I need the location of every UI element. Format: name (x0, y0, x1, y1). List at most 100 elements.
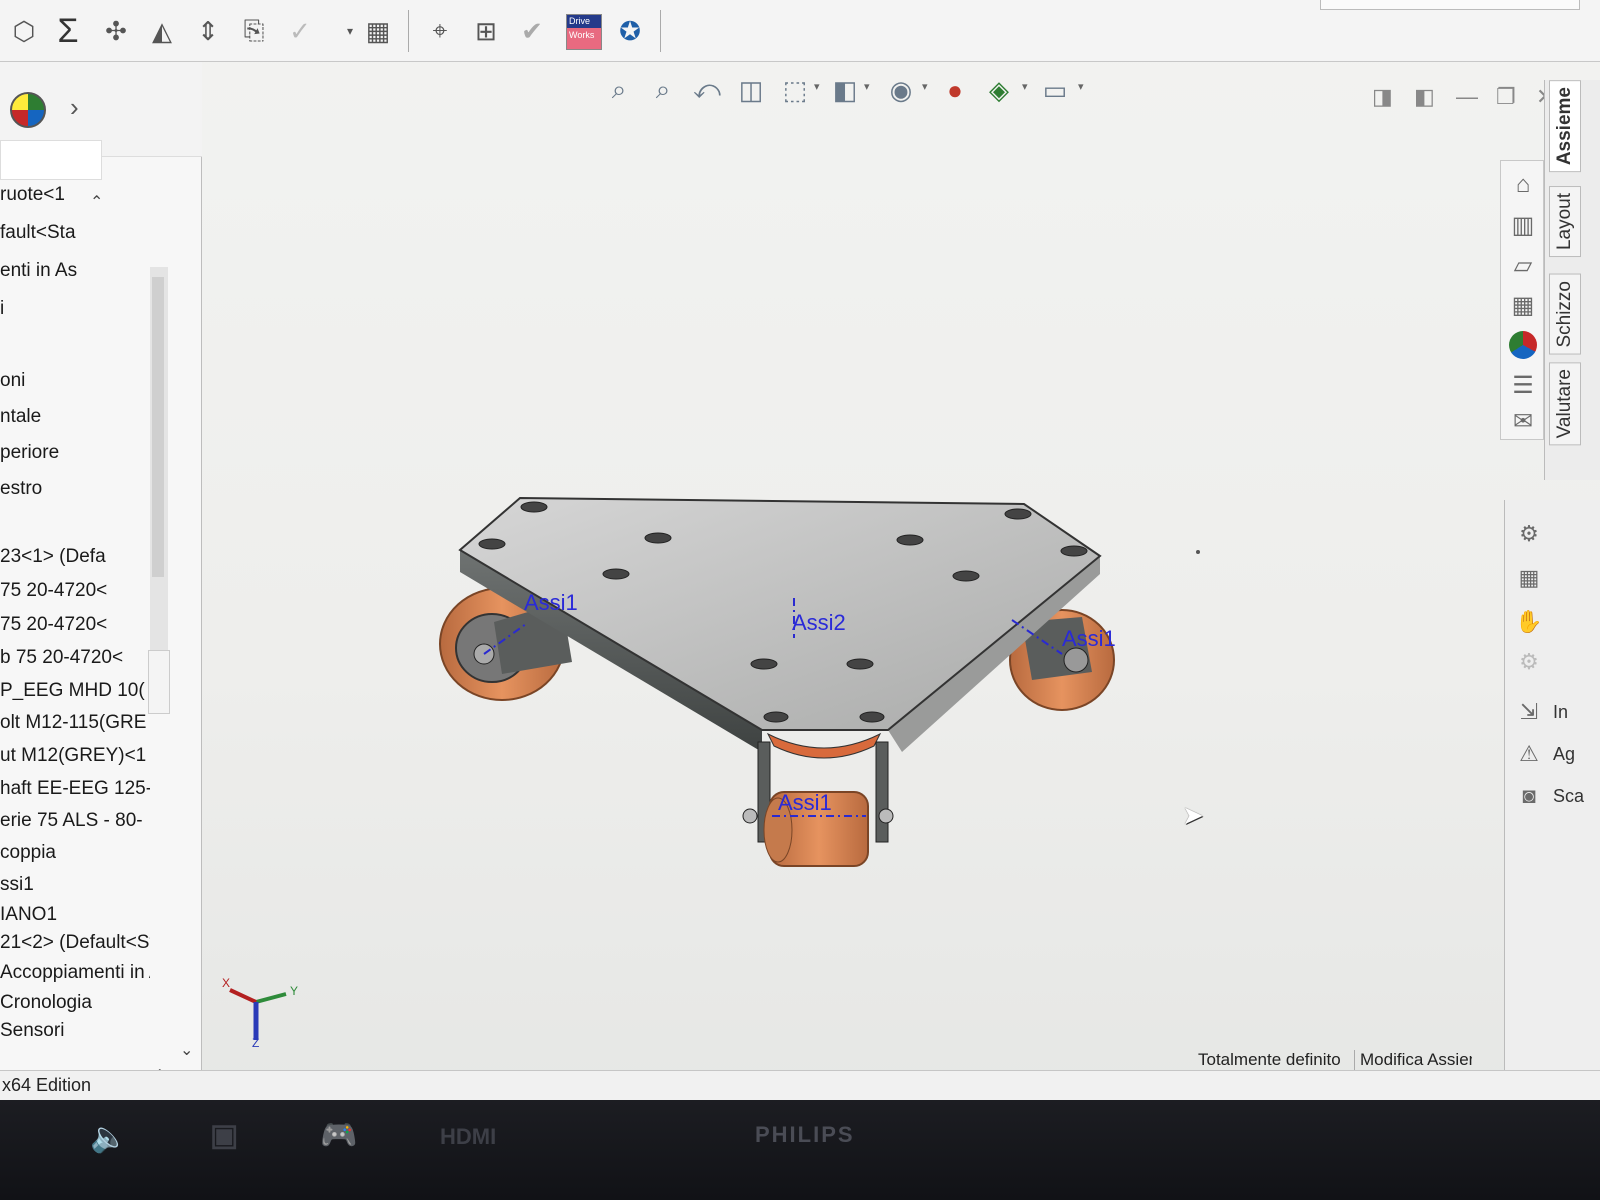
tab-layout[interactable]: Layout (1549, 186, 1581, 258)
gear-disabled-icon: ⚙ (1519, 649, 1539, 674)
rt-tool-2[interactable]: ▦ (1513, 562, 1545, 594)
tree-item[interactable]: coppia (0, 842, 150, 864)
soccer-icon[interactable]: ✪ (610, 10, 650, 52)
panel-splitter[interactable] (148, 650, 170, 714)
rt-tool-1[interactable]: ⚙ (1513, 518, 1545, 550)
tree-item[interactable]: ssi1 (0, 874, 150, 896)
forum-icon[interactable]: ✉ (1505, 403, 1541, 439)
tree-item[interactable]: Sensori (0, 1020, 150, 1042)
zoom-to-fit-icon[interactable]: ⌕ (600, 70, 638, 110)
tree-item[interactable]: 23<1> (Defa (0, 546, 150, 568)
zoom-area-icon[interactable]: ⌕ (644, 70, 682, 110)
tree-item[interactable]: fault<Sta (0, 222, 150, 244)
grid-icon[interactable]: ⊞ (466, 10, 506, 52)
chevron-down-icon[interactable]: ▾ (864, 80, 870, 93)
axis-label-front[interactable]: Assi1 (778, 790, 832, 816)
mouse-cursor-icon: ➤ (1182, 800, 1204, 830)
rt-tool-sca[interactable]: ◙ Sca (1513, 780, 1584, 812)
design-library-icon[interactable]: ▥ (1505, 207, 1541, 243)
rt-tool-3[interactable]: ✋ (1513, 606, 1545, 638)
chevron-down-icon[interactable]: ▾ (1022, 80, 1028, 93)
triad-y-label: Y (290, 984, 299, 998)
tree-item[interactable]: haft EE-EEG 125- (0, 778, 150, 800)
tree-item[interactable]: Accoppiamenti in As: (0, 962, 150, 984)
tree-item[interactable]: b 75 20-4720< (0, 647, 150, 669)
tree-item[interactable]: 75 20-4720< (0, 614, 150, 636)
tree-item[interactable]: ut M12(GREY)<1 (0, 745, 150, 767)
scroll-thumb[interactable] (152, 277, 164, 577)
view-palette-icon[interactable]: ▦ (1505, 287, 1541, 323)
gamepad-icon: 🎮 (320, 1119, 358, 1152)
chevron-down-icon[interactable]: ▾ (814, 80, 820, 93)
rt-tool-ag-label: Ag (1553, 743, 1576, 764)
tab-valutare[interactable]: Valutare (1549, 362, 1581, 446)
driveworks-icon[interactable]: Drive Works (566, 14, 602, 50)
heads-up-view-toolbar: ⌕ ⌕ ⤺ ◫ ⬚ ▾ ◧ ▾ ◉ ▾ ● ◈ ▾ ▭ ▾ (600, 70, 1120, 114)
tile-right-icon[interactable]: ◧ (1414, 84, 1435, 110)
tab-assieme[interactable]: Assieme (1549, 80, 1581, 173)
file-check-icon[interactable]: ⎘ (234, 10, 274, 52)
appearances-icon[interactable] (1505, 327, 1541, 363)
rt-tool-in[interactable]: ⇲ In (1513, 696, 1568, 728)
appearance-globe-icon[interactable] (10, 92, 46, 128)
section-view-icon[interactable]: ◫ (732, 70, 770, 110)
previous-view-icon[interactable]: ⤺ (688, 70, 726, 110)
hdmi-label: HDMI (440, 1124, 497, 1149)
axis-label-center[interactable]: Assi2 (792, 610, 846, 636)
apply-scene-icon[interactable]: ◈ (980, 70, 1018, 110)
scroll-down-icon[interactable]: ⌄ (180, 1040, 193, 1060)
top-right-search-strip (1320, 0, 1580, 10)
rt-tool-in-label: In (1553, 701, 1569, 722)
home-icon[interactable]: ⌂ (1505, 167, 1541, 203)
minimize-icon[interactable]: — (1456, 84, 1478, 110)
tree-item[interactable]: oni (0, 370, 150, 392)
view-orientation-icon[interactable]: ◧ (826, 70, 864, 110)
tree-item[interactable]: olt M12-115(GRE (0, 712, 150, 734)
triad-z-label: Z (252, 1036, 260, 1050)
chevron-down-icon[interactable]: ▾ (1078, 80, 1084, 93)
chevron-down-icon[interactable]: ▾ (922, 80, 928, 93)
check-icon[interactable]: ✓ (280, 10, 320, 52)
hide-show-icon[interactable]: ◉ (882, 70, 920, 110)
sum-icon[interactable]: Σ (48, 10, 88, 52)
tree-filter-box[interactable] (0, 140, 102, 180)
chevron-right-icon[interactable]: › (70, 92, 79, 123)
tree-item[interactable]: enti in As (0, 260, 150, 282)
align-icon[interactable]: ⇕ (188, 10, 228, 52)
command-manager-tabs: Assieme Layout Schizzo Valutare (1544, 80, 1600, 480)
tree-item[interactable]: estro (0, 478, 150, 500)
tree-item[interactable]: i (0, 298, 150, 320)
assembly-icon[interactable]: ⬡ (4, 10, 44, 52)
graphics-area[interactable]: Assi1 Assi2 Assi1 Assi1 X Y Z (202, 62, 1500, 1052)
custom-properties-icon[interactable]: ☰ (1505, 367, 1541, 403)
tree-item[interactable]: IANO1 (0, 904, 150, 926)
tile-left-icon[interactable]: ◨ (1372, 84, 1393, 110)
tree-item[interactable]: ntale (0, 406, 150, 428)
tree-scrollbar[interactable] (150, 267, 168, 707)
tree-item[interactable]: Cronologia (0, 992, 150, 1014)
tab-schizzo[interactable]: Schizzo (1549, 274, 1581, 355)
explode-icon[interactable]: ✣ (96, 10, 136, 52)
sensor-icon[interactable]: ⌖ (420, 10, 460, 52)
tree-item[interactable]: periore (0, 442, 150, 464)
center-mark (1196, 550, 1200, 554)
display-monitor-icon[interactable]: ▭ (1036, 70, 1074, 110)
file-explorer-icon[interactable]: ▱ (1505, 247, 1541, 283)
tree-item[interactable]: 75 20-4720< (0, 580, 150, 602)
rt-tool-ag[interactable]: ⚠ Ag (1513, 738, 1575, 770)
dynamic-annotation-icon[interactable]: ⬚ (776, 70, 814, 110)
toolbar-separator (660, 10, 661, 52)
axis-label-right[interactable]: Assi1 (1062, 626, 1116, 652)
checkmark-icon[interactable]: ✔ (512, 10, 552, 52)
rt-tool-4[interactable]: ⚙ (1513, 646, 1545, 678)
mirror-icon[interactable]: ◭ (142, 10, 182, 52)
edit-appearance-icon[interactable]: ● (936, 70, 974, 110)
table-delete-icon[interactable]: ▦ (358, 10, 398, 52)
tree-item[interactable]: 21<2> (Default<Sta (0, 932, 150, 954)
tree-item[interactable]: P_EEG MHD 10( (0, 680, 150, 702)
monitor-bezel: 🔈 ▣ 🎮 HDMI PHILIPS (0, 1100, 1600, 1200)
restore-icon[interactable]: ❐ (1496, 84, 1516, 110)
axis-label-left[interactable]: Assi1 (524, 590, 578, 616)
tree-item[interactable]: ruote<1 (0, 184, 150, 206)
tree-item[interactable]: erie 75 ALS - 80- (0, 810, 150, 832)
